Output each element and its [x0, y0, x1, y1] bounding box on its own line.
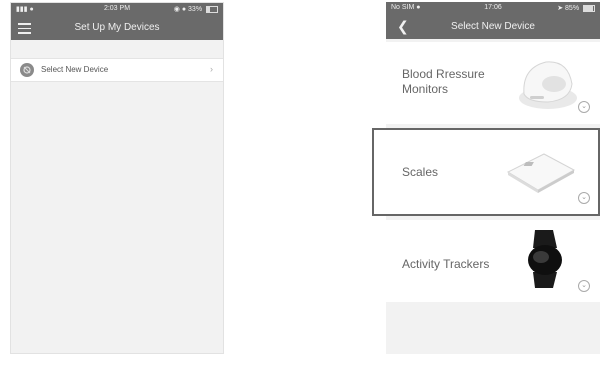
battery-percent: 33% [188, 6, 203, 13]
activity-tracker-icon [528, 230, 562, 288]
select-new-device-label: Select New Device [41, 65, 109, 74]
blood-pressure-monitor-icon [519, 61, 577, 109]
device-icon [20, 63, 34, 77]
device-card-activity-trackers[interactable]: Activity Trackers ⌄ [386, 220, 600, 302]
battery-icon [206, 5, 218, 13]
device-label: Blood Rressure Monitors [402, 67, 485, 96]
expand-chevron-icon[interactable]: ⌄ [578, 280, 590, 292]
status-bar: No SIM ● 17:06 ➤ 85% [386, 2, 600, 14]
expand-chevron-icon[interactable]: ⌄ [578, 101, 590, 113]
device-label: Activity Trackers [402, 257, 490, 271]
location-arrow-icon: ➤ [557, 5, 564, 12]
device-card-blood-pressure[interactable]: Blood Rressure Monitors ⌄ [386, 42, 600, 124]
select-new-device-row[interactable]: Select New Device › [11, 58, 223, 82]
nav-bar: Set Up My Devices [11, 15, 223, 40]
location-icon: ◉ ● [173, 6, 187, 13]
left-phone-screen: ▮▮▮ ● 2:03 PM ◉ ● 33% Set Up My Devices … [10, 2, 224, 354]
battery-percent: 85% [565, 5, 580, 12]
nav-bar: ❮ Select New Device [386, 14, 600, 39]
page-title: Select New Device [451, 21, 535, 32]
chevron-right-icon: › [210, 64, 213, 74]
highlight-box [372, 128, 600, 216]
battery-icon [583, 4, 595, 12]
page-title: Set Up My Devices [74, 22, 160, 33]
status-bar: ▮▮▮ ● 2:03 PM ◉ ● 33% [11, 3, 223, 15]
